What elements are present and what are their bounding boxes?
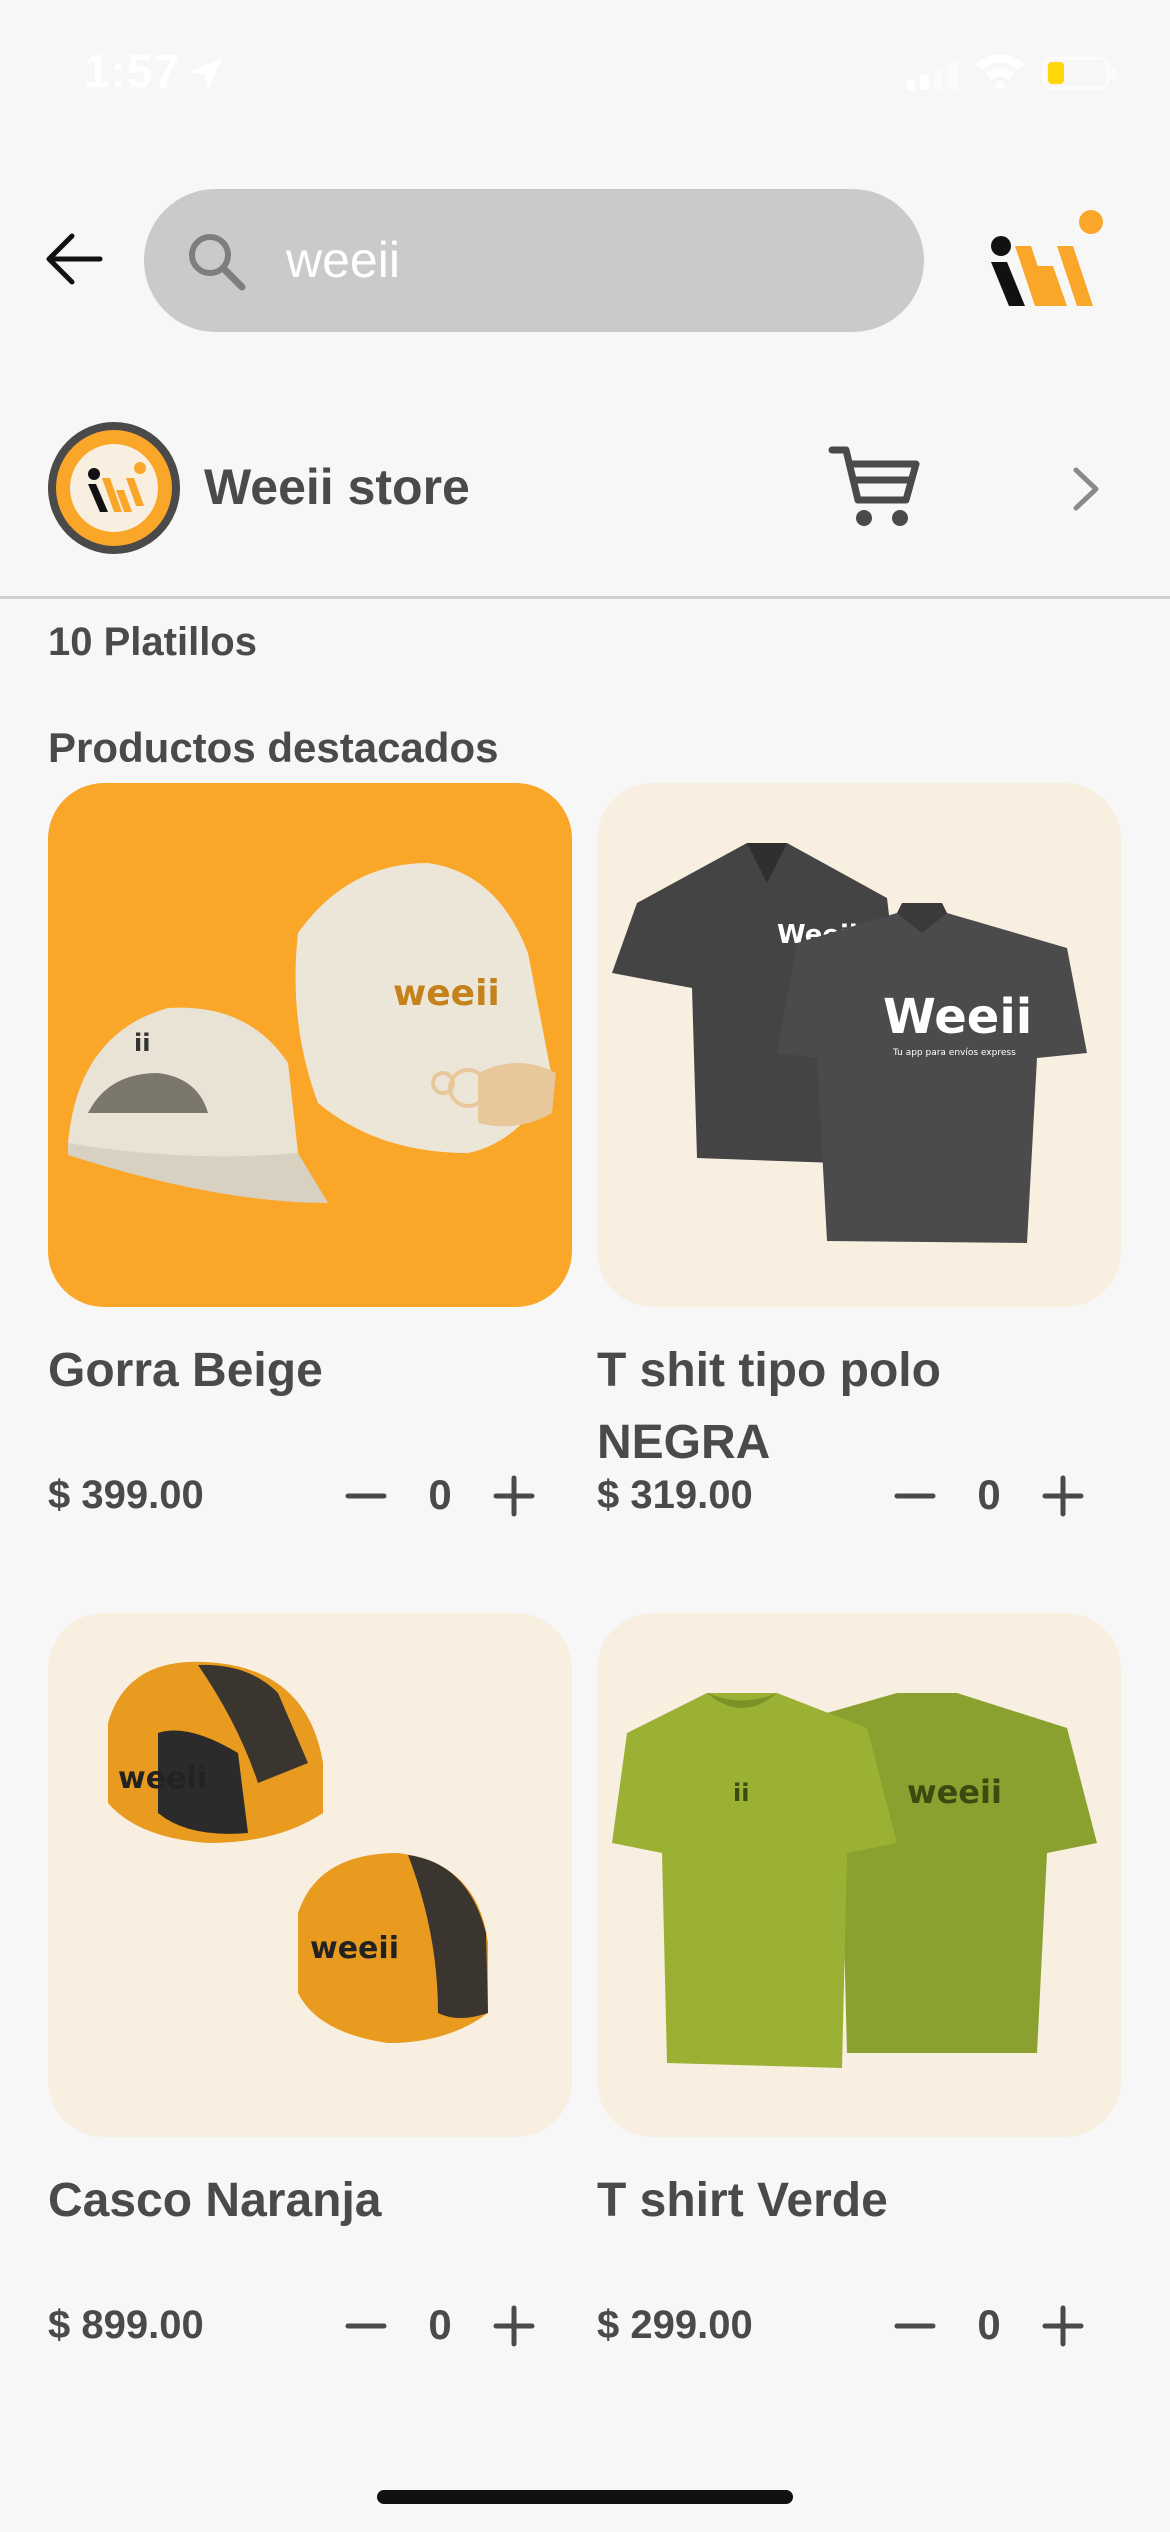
product-name[interactable]: T shit tipo polo NEGRA [597,1335,1121,1479]
back-arrow-icon[interactable] [40,226,106,292]
green-tshirt-image: weeii ii [597,1613,1121,2137]
helmet-a-brand-text: weeii [118,1761,207,1796]
weeii-logo-icon[interactable] [985,206,1107,314]
plus-icon[interactable] [492,1473,536,1519]
polo-tagline-text: Tu app para envíos express [892,1048,1016,1058]
orange-helmet-image: weeii weeii [48,1613,572,2137]
black-polo-image: Weeii Weeii Tu app para envíos express [597,783,1121,1307]
wifi-icon [976,54,1024,90]
search-input[interactable] [286,217,886,303]
product-name[interactable]: T shirt Verde [597,2165,1121,2237]
status-time: 1:57 [84,45,181,97]
cart-icon[interactable] [828,442,924,532]
quantity-value: 0 [977,2301,1001,2348]
cap-brand-text: weeii [393,973,500,1014]
product-name[interactable]: Casco Naranja [48,2165,572,2237]
home-indicator[interactable] [377,2490,793,2504]
search-icon [189,234,246,291]
helmet-b-brand-text: weeii [310,1931,399,1966]
product-price: $ 899.00 [48,2303,204,2347]
cell-signal-icon [906,62,957,90]
chevron-right-icon[interactable] [1068,464,1104,514]
minus-icon[interactable] [344,2303,388,2349]
product-image[interactable]: Weeii Weeii Tu app para envíos express [597,783,1121,1307]
minus-icon[interactable] [893,2303,937,2349]
quantity-value: 0 [428,1471,452,1518]
status-bar: 1:57 [0,0,1170,150]
product-image[interactable]: weeii weeii [48,1613,572,2137]
product-name[interactable]: Gorra Beige [48,1335,572,1407]
product-price: $ 399.00 [48,1473,204,1517]
weeii-store-logo-icon [70,444,158,532]
plus-icon[interactable] [1041,2303,1085,2349]
svg-text:ii: ii [733,1779,749,1807]
polo-big-brand-text: Weeii [883,989,1032,1045]
beige-cap-image: ii weeii [48,783,572,1307]
product-image[interactable]: weeii ii [597,1613,1121,2137]
plus-icon[interactable] [1041,1473,1085,1519]
product-image[interactable]: ii weeii [48,783,572,1307]
search-bar[interactable] [144,189,924,332]
plus-icon[interactable] [492,2303,536,2349]
location-arrow-icon [190,58,222,90]
section-title: Productos destacados [48,724,499,771]
store-avatar[interactable] [48,422,180,554]
quantity-value: 0 [428,2301,452,2348]
svg-text:ii: ii [134,1029,150,1057]
tshirt-brand-text: weeii [907,1773,1002,1811]
minus-icon[interactable] [893,1473,937,1519]
battery-icon [1042,56,1116,90]
product-price: $ 299.00 [597,2303,753,2347]
minus-icon[interactable] [344,1473,388,1519]
item-count: 10 Platillos [48,620,257,664]
divider [0,596,1170,599]
product-price: $ 319.00 [597,1473,753,1517]
quantity-value: 0 [977,1471,1001,1518]
store-name[interactable]: Weeii store [204,458,470,516]
